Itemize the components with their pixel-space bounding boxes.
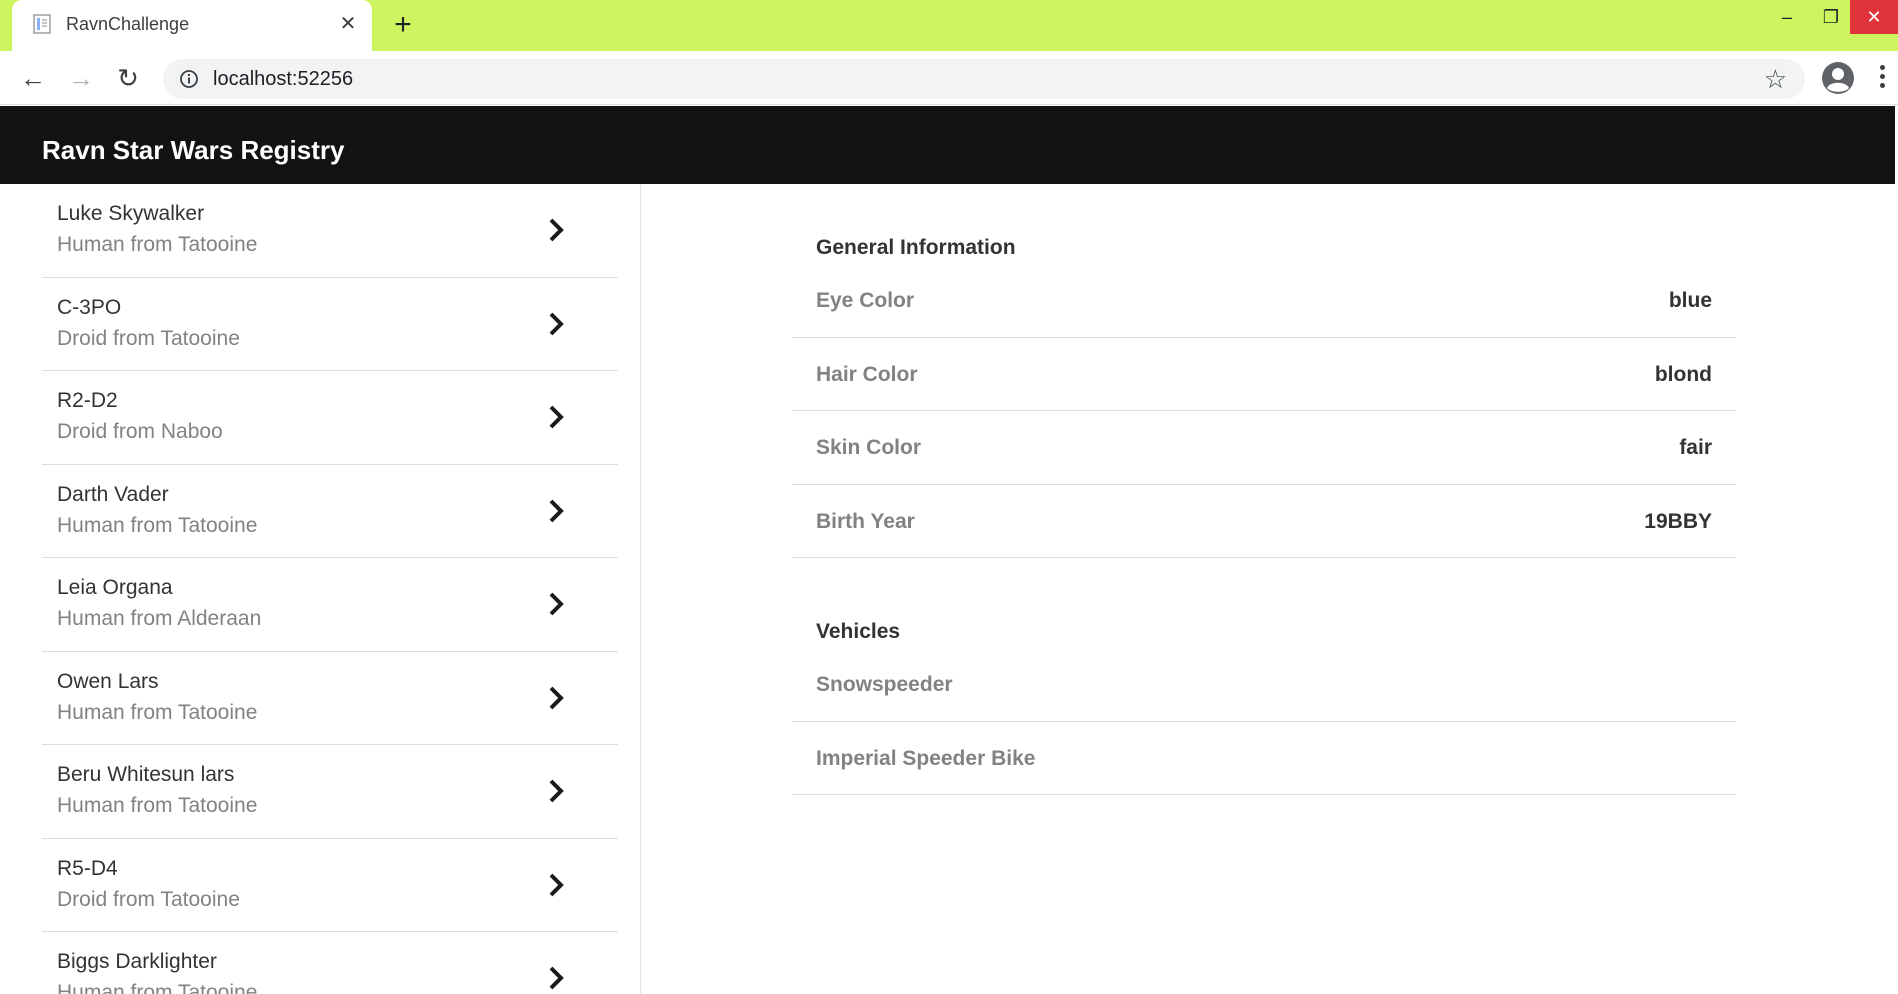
chevron-right-icon bbox=[549, 312, 564, 335]
person-name: Leia Organa bbox=[57, 576, 173, 599]
app-header: Ravn Star Wars Registry bbox=[0, 106, 1895, 184]
list-item-person[interactable]: Beru Whitesun lars Human from Tatooine bbox=[42, 745, 618, 839]
person-description: Human from Tatooine bbox=[57, 794, 258, 817]
close-window-button[interactable]: ✕ bbox=[1850, 0, 1898, 34]
person-name: C-3PO bbox=[57, 295, 122, 319]
list-item-person[interactable]: C-3PO Droid from Tatooine bbox=[42, 278, 618, 371]
profile-avatar-icon[interactable] bbox=[1820, 60, 1856, 96]
info-label: Hair Color bbox=[816, 362, 918, 386]
info-label: Birth Year bbox=[816, 509, 915, 533]
person-name: Biggs Darklighter bbox=[57, 950, 217, 973]
person-description: Human from Alderaan bbox=[57, 607, 262, 630]
info-row-hair-color: Hair Color blond bbox=[792, 338, 1736, 411]
person-name: Owen Lars bbox=[57, 669, 159, 693]
info-row-eye-color: Eye Color blue bbox=[792, 264, 1736, 338]
list-item-person[interactable]: Owen Lars Human from Tatooine bbox=[42, 652, 618, 745]
info-value: blond bbox=[1654, 362, 1712, 386]
info-icon[interactable] bbox=[179, 69, 199, 89]
person-description: Droid from Tatooine bbox=[57, 326, 240, 350]
page-icon bbox=[33, 14, 51, 34]
info-label: Eye Color bbox=[816, 289, 915, 312]
app-title: Ravn Star Wars Registry bbox=[42, 135, 345, 165]
reload-button[interactable]: ↻ bbox=[110, 60, 146, 96]
restore-window-button[interactable]: ❐ bbox=[1808, 0, 1854, 34]
list-item-person[interactable]: Leia Organa Human from Alderaan bbox=[42, 558, 618, 652]
browser-tab[interactable]: RavnChallenge ✕ bbox=[12, 0, 372, 51]
list-item-person[interactable]: Biggs Darklighter Human from Tatooine bbox=[42, 932, 618, 994]
list-item-person[interactable]: Luke Skywalker Human from Tatooine bbox=[42, 184, 618, 278]
info-row-birth-year: Birth Year 19BBY bbox=[792, 485, 1736, 558]
info-label: Skin Color bbox=[816, 436, 922, 459]
url-text[interactable]: localhost:52256 bbox=[213, 68, 353, 91]
chevron-right-icon bbox=[549, 405, 564, 429]
list-item-person[interactable]: R5-D4 Droid from Tatooine bbox=[42, 839, 618, 932]
back-button[interactable]: ← bbox=[15, 60, 51, 96]
address-bar[interactable]: localhost:52256 ☆ bbox=[163, 59, 1805, 99]
vehicle-name: Snowspeeder bbox=[816, 673, 953, 696]
vehicle-row: Imperial Speeder Bike bbox=[792, 722, 1736, 795]
close-tab-icon[interactable]: ✕ bbox=[334, 10, 362, 38]
chevron-right-icon bbox=[549, 779, 564, 803]
person-name: R5-D4 bbox=[57, 856, 118, 880]
person-description: Human from Tatooine bbox=[57, 700, 258, 724]
person-name: Darth Vader bbox=[57, 482, 169, 506]
chevron-right-icon bbox=[549, 218, 564, 242]
vehicle-name: Imperial Speeder Bike bbox=[816, 746, 1036, 770]
info-row-skin-color: Skin Color fair bbox=[792, 411, 1736, 485]
chevron-right-icon bbox=[549, 592, 564, 616]
general-information-heading: General Information bbox=[816, 236, 1016, 259]
browser-toolbar: ← → ↻ localhost:52256 ☆ bbox=[0, 51, 1898, 105]
chevron-right-icon bbox=[549, 966, 564, 990]
person-description: Droid from Naboo bbox=[57, 420, 223, 443]
bookmark-star-icon[interactable]: ☆ bbox=[1764, 65, 1787, 93]
person-description: Human from Tatooine bbox=[57, 233, 258, 256]
chevron-right-icon bbox=[549, 873, 564, 896]
person-name: Beru Whitesun lars bbox=[57, 763, 235, 786]
person-description: Droid from Tatooine bbox=[57, 887, 240, 911]
person-name: Luke Skywalker bbox=[57, 202, 205, 225]
info-value: 19BBY bbox=[1644, 509, 1712, 533]
person-description: Human from Tatooine bbox=[57, 513, 258, 537]
browser-menu-icon[interactable] bbox=[1876, 62, 1888, 94]
browser-tab-strip: RavnChallenge ✕ + – ❐ ✕ bbox=[0, 0, 1898, 51]
list-item-person[interactable]: R2-D2 Droid from Naboo bbox=[42, 371, 618, 465]
info-value: fair bbox=[1679, 436, 1712, 459]
list-item-person[interactable]: Darth Vader Human from Tatooine bbox=[42, 465, 618, 558]
person-name: R2-D2 bbox=[57, 389, 118, 412]
chevron-right-icon bbox=[549, 686, 564, 709]
minimize-window-button[interactable]: – bbox=[1764, 0, 1810, 34]
people-list: Luke Skywalker Human from Tatooine C-3PO… bbox=[0, 184, 641, 994]
info-value: blue bbox=[1668, 289, 1712, 312]
person-description: Human from Tatooine bbox=[57, 981, 258, 994]
new-tab-button[interactable]: + bbox=[386, 8, 420, 42]
vehicle-row: Snowspeeder bbox=[792, 648, 1736, 722]
vehicles-heading: Vehicles bbox=[816, 620, 901, 643]
tab-title: RavnChallenge bbox=[66, 14, 190, 34]
chevron-right-icon bbox=[549, 499, 564, 522]
forward-button[interactable]: → bbox=[63, 60, 99, 96]
